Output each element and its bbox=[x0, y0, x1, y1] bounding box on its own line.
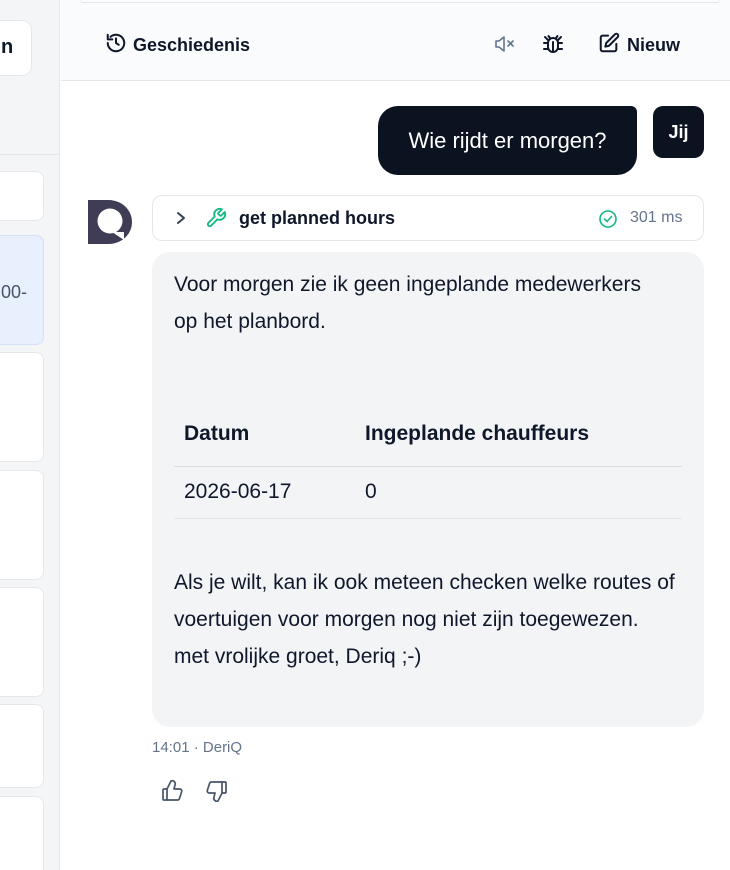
top-strip bbox=[80, 0, 720, 3]
tool-call-row[interactable]: get planned hours 301 ms bbox=[152, 195, 704, 241]
thumbs-down-icon[interactable] bbox=[205, 779, 229, 808]
sidebar-card[interactable] bbox=[0, 587, 44, 697]
history-label: Geschiedenis bbox=[133, 35, 251, 55]
sidebar-card[interactable] bbox=[0, 796, 44, 870]
user-avatar-label: Jij bbox=[668, 121, 689, 142]
sidebar-card[interactable] bbox=[0, 171, 44, 221]
sidebar-card[interactable] bbox=[0, 470, 44, 580]
bot-message-outro-text: Als je wilt, kan ik ook meteen checken w… bbox=[174, 571, 675, 631]
left-panel: n 00- bbox=[0, 0, 60, 870]
speaker-muted-icon[interactable] bbox=[493, 33, 517, 60]
sidebar-card[interactable] bbox=[0, 352, 44, 462]
new-chat-label: Nieuw bbox=[627, 35, 681, 55]
planning-table: Datum Ingeplande chauffeurs 2026-06-17 0 bbox=[174, 422, 682, 519]
new-chat-button[interactable]: Nieuw bbox=[598, 32, 680, 59]
message-author: DeriQ bbox=[202, 739, 243, 756]
check-circle-icon bbox=[598, 209, 618, 234]
history-icon bbox=[105, 32, 127, 59]
user-message-bubble: Wie rijdt er morgen? bbox=[378, 106, 637, 175]
table-row: 2026-06-17 0 bbox=[174, 466, 682, 519]
message-meta: 14:01 · DeriQ bbox=[152, 739, 242, 756]
bot-message-outro: Als je wilt, kan ik ook meteen checken w… bbox=[174, 564, 684, 675]
sidebar-card[interactable] bbox=[0, 704, 44, 788]
table-header-cell: Ingeplande chauffeurs bbox=[355, 422, 682, 467]
table-cell: 2026-06-17 bbox=[174, 466, 355, 519]
thumbs-up-icon[interactable] bbox=[160, 779, 184, 808]
bug-icon[interactable] bbox=[541, 32, 565, 61]
chat-header: Geschiedenis Nieuw bbox=[61, 0, 730, 81]
table-header-cell: Datum bbox=[174, 422, 355, 467]
sidebar-button[interactable]: n bbox=[0, 20, 32, 76]
bot-avatar bbox=[86, 196, 134, 244]
sidebar-divider bbox=[0, 154, 59, 155]
sidebar-card-selected[interactable]: 00- bbox=[0, 235, 44, 345]
edit-icon bbox=[598, 32, 620, 59]
chevron-right-icon[interactable] bbox=[175, 211, 187, 230]
tool-call-duration: 301 ms bbox=[630, 209, 683, 226]
history-button[interactable]: Geschiedenis bbox=[105, 32, 250, 59]
bot-message-signoff: met vrolijke groet, Deriq ;-) bbox=[174, 645, 422, 668]
table-header-row: Datum Ingeplande chauffeurs bbox=[174, 422, 682, 467]
table-cell: 0 bbox=[355, 466, 682, 519]
user-message-text: Wie rijdt er morgen? bbox=[408, 127, 607, 153]
sidebar-button-label: n bbox=[1, 36, 14, 58]
bot-message-intro: Voor morgen zie ik geen ingeplande medew… bbox=[174, 273, 641, 333]
tool-call-name: get planned hours bbox=[239, 208, 396, 228]
meta-separator: · bbox=[193, 739, 203, 756]
bot-message-bubble: Voor morgen zie ik geen ingeplande medew… bbox=[152, 252, 704, 727]
wrench-icon bbox=[205, 207, 227, 234]
message-time: 14:01 bbox=[152, 739, 190, 756]
user-avatar: Jij bbox=[653, 106, 704, 158]
sidebar-card-text: 00- bbox=[1, 282, 28, 302]
